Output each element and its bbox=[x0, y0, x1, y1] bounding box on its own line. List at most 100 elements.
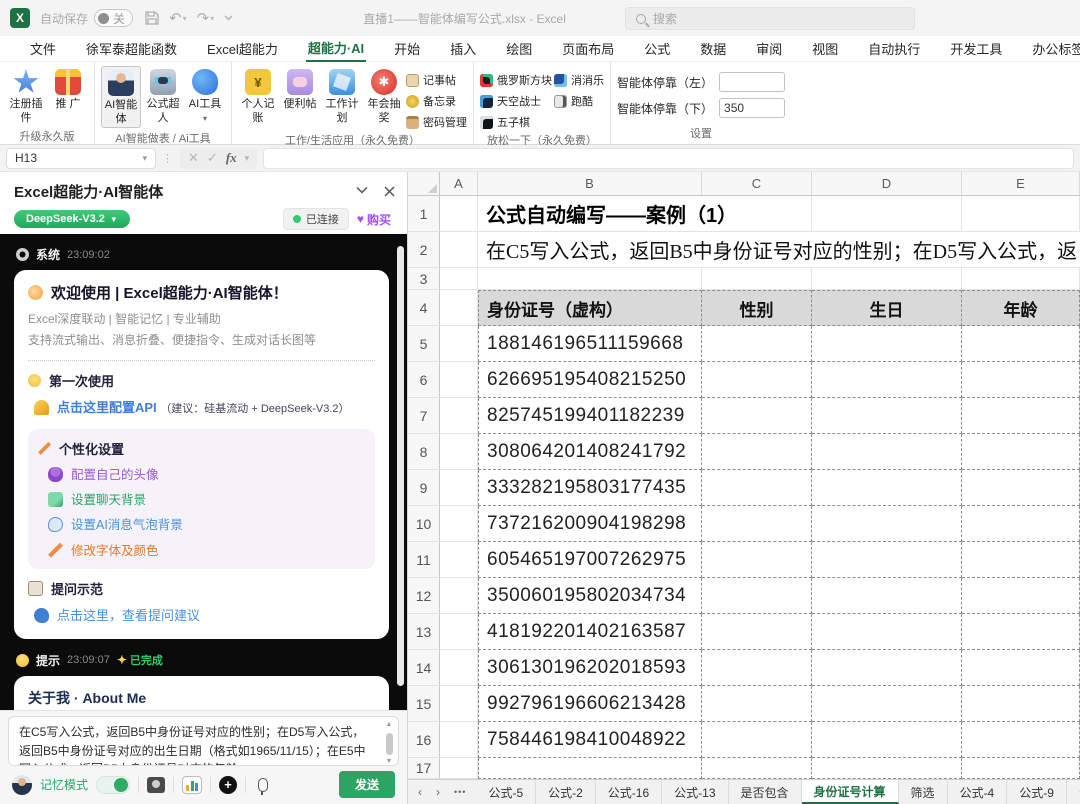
row-header[interactable]: 3 bbox=[408, 268, 440, 290]
row-header[interactable]: 6 bbox=[408, 362, 440, 398]
password-manager-button[interactable]: 密码管理 bbox=[406, 114, 467, 130]
gomoku-button[interactable]: 五子棋 bbox=[480, 114, 552, 130]
row-header[interactable]: 10 bbox=[408, 506, 440, 542]
chat-input[interactable]: 在C5写入公式，返回B5中身份证号对应的性别；在D5写入公式，返回B5中身份证号… bbox=[8, 716, 399, 766]
sticky-note-button[interactable]: 便利帖 bbox=[280, 66, 320, 112]
tab-home[interactable]: 开始 bbox=[392, 36, 422, 61]
tab-data[interactable]: 数据 bbox=[698, 36, 728, 61]
row-header[interactable]: 17 bbox=[408, 758, 440, 779]
promote-button[interactable]: 推 广 bbox=[48, 66, 88, 112]
sheet-tab-active[interactable]: 身份证号计算 bbox=[801, 780, 899, 804]
row-header[interactable]: 7 bbox=[408, 398, 440, 434]
user-avatar[interactable] bbox=[12, 774, 32, 795]
sheet-tab[interactable]: 是否包含 bbox=[729, 780, 802, 804]
sheet-tab[interactable]: 公式-5 bbox=[476, 780, 537, 804]
name-box[interactable]: H13 ▾ bbox=[6, 147, 156, 169]
memo-pad-button[interactable]: 记事帖 bbox=[406, 72, 467, 88]
configure-api-link[interactable]: 点击这里配置API bbox=[57, 400, 157, 415]
id-cell[interactable]: 333282195803177435 bbox=[478, 470, 702, 506]
sheet-nav-right-icon[interactable]: › bbox=[436, 785, 440, 799]
ai-tools-button[interactable]: AI工具 ▾ bbox=[185, 66, 225, 126]
tab-file[interactable]: 文件 bbox=[28, 36, 58, 61]
sheet-tab[interactable]: 公式-2 bbox=[536, 780, 596, 804]
tab-formulas[interactable]: 公式 bbox=[642, 36, 672, 61]
input-scrollbar[interactable]: ▲ ▼ bbox=[383, 720, 395, 765]
camera-icon[interactable] bbox=[147, 776, 166, 793]
buy-link[interactable]: ♥ 购买 bbox=[357, 211, 391, 228]
id-cell[interactable]: 758446198410048922 bbox=[478, 722, 702, 758]
id-cell[interactable]: 188146196511159668 bbox=[478, 326, 702, 362]
pane-collapse-icon[interactable] bbox=[356, 186, 368, 197]
id-cell[interactable]: 350060195802034734 bbox=[478, 578, 702, 614]
tab-superpower-ai[interactable]: 超能力·AI bbox=[305, 35, 367, 63]
sheet-tab[interactable]: 公式-1 bbox=[1067, 780, 1080, 804]
tab-insert[interactable]: 插入 bbox=[448, 36, 478, 61]
row-header[interactable]: 15 bbox=[408, 686, 440, 722]
row-header[interactable]: 4 bbox=[408, 290, 440, 326]
column-header-a[interactable]: A bbox=[440, 172, 478, 195]
tab-automate[interactable]: 自动执行 bbox=[866, 36, 922, 61]
sheet-tab[interactable]: 公式-9 bbox=[1007, 780, 1067, 804]
sky-warrior-button[interactable]: 天空战士 bbox=[480, 93, 552, 109]
id-cell[interactable]: 605465197007262975 bbox=[478, 542, 702, 578]
sheet-nav-left-icon[interactable]: ‹ bbox=[418, 785, 422, 799]
dock-left-input[interactable] bbox=[719, 72, 786, 92]
id-cell[interactable]: 626695195408215250 bbox=[478, 362, 702, 398]
cancel-icon[interactable]: ✕ bbox=[188, 150, 199, 166]
id-cell[interactable]: 306130196202018593 bbox=[478, 650, 702, 686]
personal-ledger-button[interactable]: 个人记账 bbox=[238, 66, 278, 126]
row-header[interactable]: 16 bbox=[408, 722, 440, 758]
work-plan-button[interactable]: 工作计划 bbox=[322, 66, 362, 126]
lottery-button[interactable]: 年会抽奖 bbox=[364, 66, 404, 126]
select-all-corner[interactable] bbox=[408, 172, 440, 195]
row-header[interactable]: 1 bbox=[408, 196, 440, 232]
row-header[interactable]: 13 bbox=[408, 614, 440, 650]
model-selector[interactable]: DeepSeek-V3.2 ▼ bbox=[14, 210, 130, 228]
scroll-up-icon[interactable]: ▲ bbox=[386, 720, 393, 731]
set-bubble-background-link[interactable]: 设置AI消息气泡背景 bbox=[71, 517, 183, 533]
set-avatar-link[interactable]: 配置自己的头像 bbox=[71, 467, 159, 483]
column-header-e[interactable]: E bbox=[962, 172, 1080, 195]
table-header-age[interactable]: 年龄 bbox=[962, 290, 1080, 326]
id-cell[interactable]: 737216200904198298 bbox=[478, 506, 702, 542]
id-cell[interactable]: 308064201408241792 bbox=[478, 434, 702, 470]
row-header[interactable]: 2 bbox=[408, 232, 440, 268]
undo-icon[interactable]: ↶ ▾ bbox=[169, 9, 187, 27]
row-header[interactable]: 8 bbox=[408, 434, 440, 470]
row-header[interactable]: 14 bbox=[408, 650, 440, 686]
tab-draw[interactable]: 绘图 bbox=[504, 36, 534, 61]
sheet-tab[interactable]: 筛选 bbox=[899, 780, 948, 804]
scroll-down-icon[interactable]: ▼ bbox=[386, 757, 393, 765]
formula-superman-button[interactable]: 公式超人 bbox=[143, 66, 183, 126]
change-font-color-link[interactable]: 修改字体及颜色 bbox=[71, 543, 159, 559]
set-chat-background-link[interactable]: 设置聊天背景 bbox=[71, 492, 146, 508]
tab-developer[interactable]: 开发工具 bbox=[948, 36, 1004, 61]
dock-bottom-input[interactable]: 350 bbox=[719, 98, 786, 118]
table-header-gender[interactable]: 性别 bbox=[702, 290, 812, 326]
chart-icon[interactable] bbox=[182, 775, 203, 794]
register-plugin-button[interactable]: 注册插件 bbox=[6, 66, 46, 126]
sheet-tab[interactable]: 公式-16 bbox=[596, 780, 663, 804]
match3-button[interactable]: 消消乐 bbox=[554, 72, 604, 88]
autosave-toggle[interactable]: 关 bbox=[94, 9, 134, 27]
microphone-icon[interactable] bbox=[258, 777, 269, 795]
pane-close-icon[interactable] bbox=[384, 185, 395, 197]
tetris-button[interactable]: 俄罗斯方块 bbox=[480, 72, 552, 88]
enter-check-icon[interactable]: ✓ bbox=[207, 150, 218, 166]
column-header-c[interactable]: C bbox=[702, 172, 812, 195]
id-cell[interactable]: 992796196606213428 bbox=[478, 686, 702, 722]
chat-scrollbar[interactable] bbox=[397, 246, 404, 686]
tab-xujuntai-functions[interactable]: 徐军泰超能函数 bbox=[84, 36, 179, 61]
save-icon[interactable] bbox=[145, 11, 159, 25]
parkour-button[interactable]: 跑酷 bbox=[554, 93, 604, 109]
send-button[interactable]: 发送 bbox=[338, 771, 395, 798]
column-header-d[interactable]: D bbox=[812, 172, 962, 195]
tab-office-tab[interactable]: 办公标签 bbox=[1030, 36, 1080, 61]
tab-review[interactable]: 审阅 bbox=[754, 36, 784, 61]
table-header-id[interactable]: 身份证号（虚构） bbox=[478, 290, 702, 326]
column-header-b[interactable]: B bbox=[478, 172, 702, 195]
row-header[interactable]: 9 bbox=[408, 470, 440, 506]
sheet-tab[interactable]: 公式-13 bbox=[662, 780, 729, 804]
search-input[interactable]: 搜索 bbox=[625, 7, 915, 30]
row-header[interactable]: 5 bbox=[408, 326, 440, 362]
